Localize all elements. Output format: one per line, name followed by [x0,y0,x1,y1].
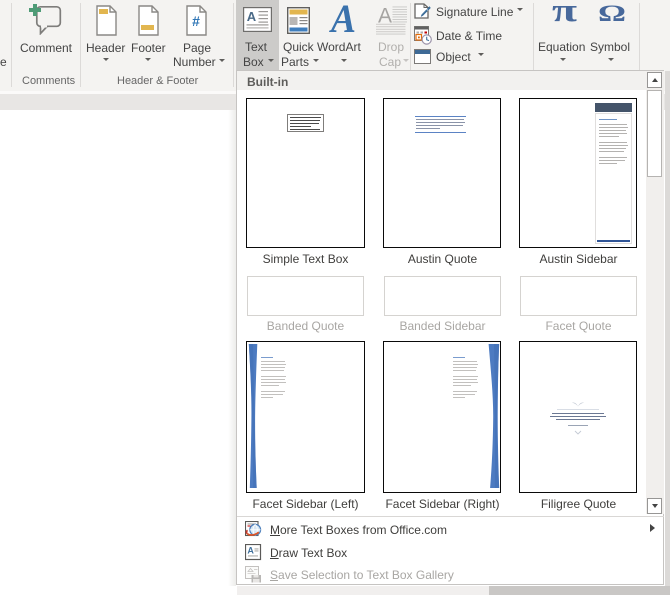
svg-text:A: A [247,9,257,24]
svg-text:π: π [552,2,577,22]
svg-text:A: A [329,0,356,36]
svg-text:A: A [247,546,254,556]
svg-text:#: # [192,13,200,29]
svg-text:Ω: Ω [598,2,626,22]
